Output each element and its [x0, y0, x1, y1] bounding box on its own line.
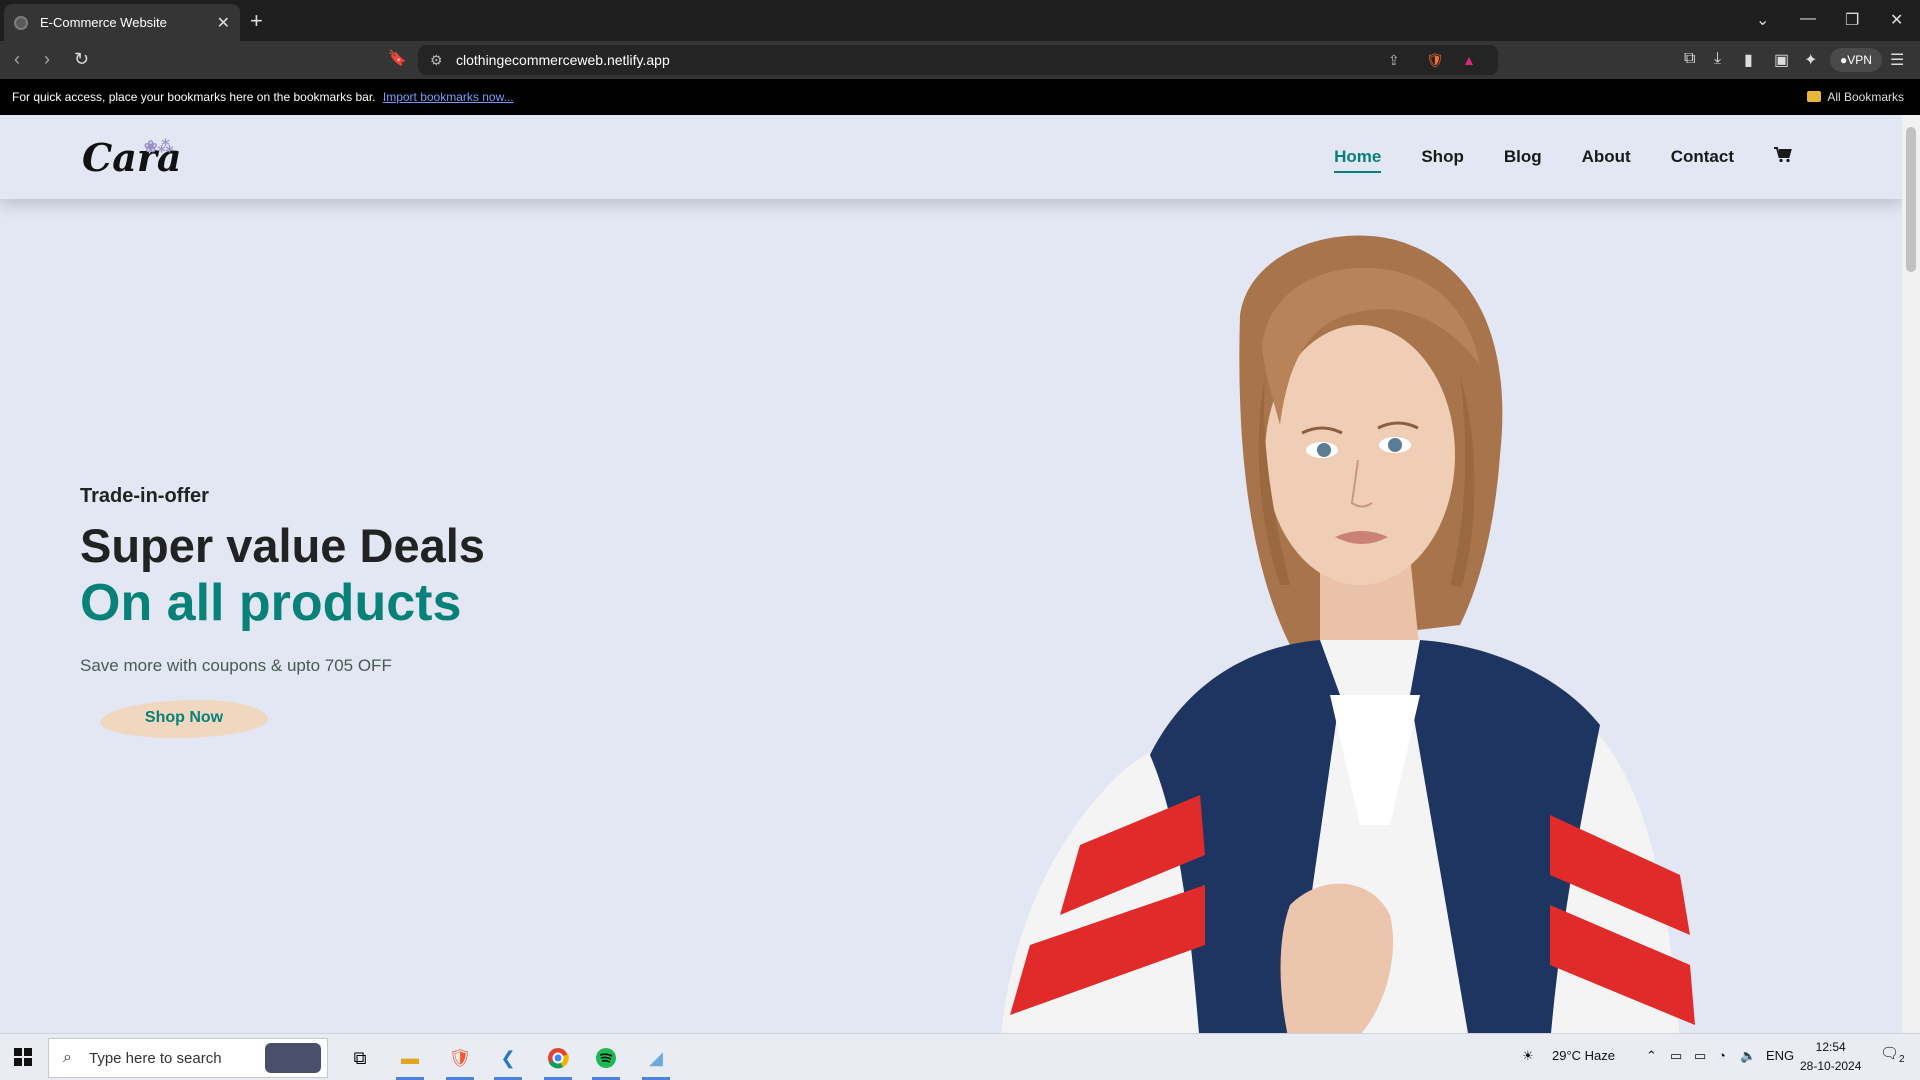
- site-logo[interactable]: Cara ❀⁂: [82, 135, 182, 180]
- browser-tabstrip: E-Commerce Website ✕ + ⌄ — ❐ ✕: [0, 0, 1920, 41]
- nav-home[interactable]: Home: [1334, 147, 1382, 173]
- language-indicator[interactable]: ENG: [1766, 1048, 1794, 1063]
- site-info-icon[interactable]: ⚙: [430, 52, 443, 69]
- nav-shop[interactable]: Shop: [1421, 147, 1464, 167]
- nav-blog[interactable]: Blog: [1504, 147, 1542, 167]
- forward-button[interactable]: ›: [44, 49, 50, 70]
- bookmark-icon[interactable]: 🔖: [388, 49, 407, 67]
- browser-toolbar: ‹ › ↻ 🔖 ⚙ clothingecommerceweb.netlify.a…: [0, 41, 1920, 79]
- web-page: Cara ❀⁂ Home Shop Blog About Contact Tra…: [0, 115, 1902, 1033]
- share-icon[interactable]: ⇪: [1388, 52, 1400, 69]
- scrollbar-thumb[interactable]: [1906, 127, 1916, 272]
- tab-search-icon[interactable]: ⌄: [1756, 10, 1769, 30]
- windows-start-icon[interactable]: [14, 1048, 32, 1071]
- vscode-icon[interactable]: ❮: [490, 1042, 526, 1080]
- leo-ai-icon[interactable]: ✦: [1804, 50, 1817, 70]
- hero-subtext: Save more with coupons & upto 705 OFF: [80, 656, 392, 676]
- wallet-icon[interactable]: ▣: [1774, 50, 1789, 70]
- spotify-icon[interactable]: [588, 1042, 624, 1080]
- brave-rewards-icon[interactable]: ▲: [1462, 52, 1476, 68]
- task-view-icon[interactable]: ⧉: [342, 1042, 378, 1074]
- notification-count: 2: [1899, 1054, 1905, 1065]
- restore-button[interactable]: ❐: [1845, 10, 1859, 30]
- import-bookmarks-link[interactable]: Import bookmarks now...: [383, 90, 514, 104]
- brave-shield-icon[interactable]: 🛡: [1426, 52, 1444, 69]
- tab-title: E-Commerce Website: [40, 15, 167, 30]
- weather-text[interactable]: 29°C Haze: [1552, 1048, 1615, 1063]
- bookmarks-message: For quick access, place your bookmarks h…: [12, 90, 376, 104]
- taskbar-search-box[interactable]: ⌕ Type here to search: [48, 1038, 328, 1078]
- clock-time: 12:54: [1815, 1040, 1846, 1054]
- hero-model-image: [1001, 235, 1695, 1033]
- notepad-icon[interactable]: ◢: [638, 1042, 674, 1080]
- windows-taskbar: ⌕ Type here to search ⧉ ▬ 🛡 ❮ ◢ ☀ 29°C H…: [0, 1033, 1920, 1080]
- main-nav: Home Shop Blog About Contact: [1334, 115, 1792, 199]
- all-bookmarks-label: All Bookmarks: [1827, 90, 1904, 104]
- hero-kicker: Trade-in-offer: [80, 485, 209, 507]
- folder-icon: [1807, 91, 1822, 102]
- tray-chevron-icon[interactable]: ⌃: [1646, 1048, 1657, 1064]
- browser-tab[interactable]: E-Commerce Website ✕: [4, 4, 240, 41]
- sidebar-icon[interactable]: ▮: [1744, 50, 1753, 70]
- vpn-label: VPN: [1847, 53, 1872, 67]
- extensions-icon[interactable]: ⧉: [1684, 50, 1695, 68]
- bookmarks-message-row: For quick access, place your bookmarks h…: [12, 90, 514, 104]
- vpn-button[interactable]: ● VPN: [1830, 48, 1882, 72]
- meet-now-icon[interactable]: ▭: [1670, 1048, 1682, 1064]
- hero-highlight: On all products: [80, 574, 462, 633]
- brave-browser-icon[interactable]: 🛡: [442, 1042, 478, 1080]
- site-header: Cara ❀⁂ Home Shop Blog About Contact: [0, 115, 1902, 199]
- address-bar[interactable]: ⚙ clothingecommerceweb.netlify.app ⇪ 🛡 ▲: [418, 45, 1498, 75]
- hero-section: Trade-in-offer Super value Deals On all …: [80, 485, 485, 740]
- minimize-button[interactable]: —: [1800, 10, 1816, 28]
- shop-now-button[interactable]: Shop Now: [84, 696, 284, 740]
- file-explorer-icon[interactable]: ▬: [392, 1042, 428, 1080]
- network-icon[interactable]: ◔: [1718, 1048, 1726, 1063]
- back-button[interactable]: ‹: [14, 49, 20, 70]
- search-highlight-icon: [265, 1043, 321, 1073]
- close-window-button[interactable]: ✕: [1890, 10, 1903, 30]
- battery-icon[interactable]: ▭: [1694, 1048, 1706, 1064]
- nav-contact[interactable]: Contact: [1671, 147, 1734, 167]
- weather-icon[interactable]: ☀: [1522, 1048, 1534, 1064]
- chrome-icon[interactable]: [540, 1042, 576, 1080]
- clock-date: 28-10-2024: [1800, 1059, 1862, 1073]
- downloads-icon[interactable]: ⤓: [1714, 50, 1721, 68]
- page-scrollbar[interactable]: [1902, 115, 1920, 1033]
- lavender-sprig-icon: ❀⁂: [144, 137, 174, 156]
- reload-button[interactable]: ↻: [74, 49, 89, 70]
- hero-headline: Super value Deals: [80, 519, 485, 572]
- shop-now-label: Shop Now: [144, 709, 224, 727]
- menu-icon[interactable]: ☰: [1890, 50, 1904, 70]
- nav-about[interactable]: About: [1582, 147, 1631, 167]
- tab-favicon-icon: [14, 15, 28, 30]
- bookmarks-bar: For quick access, place your bookmarks h…: [0, 79, 1920, 115]
- volume-icon[interactable]: 🔈: [1740, 1048, 1756, 1064]
- close-tab-icon[interactable]: ✕: [217, 13, 230, 33]
- notifications-icon[interactable]: 🗨2: [1880, 1044, 1905, 1065]
- cart-icon[interactable]: [1774, 146, 1792, 168]
- search-placeholder: Type here to search: [89, 1049, 222, 1067]
- search-icon: ⌕: [63, 1049, 72, 1066]
- new-tab-button[interactable]: +: [250, 8, 263, 34]
- url-text: clothingecommerceweb.netlify.app: [456, 52, 670, 68]
- all-bookmarks-button[interactable]: All Bookmarks: [1807, 90, 1904, 104]
- taskbar-clock[interactable]: 12:54 28-10-2024: [1800, 1038, 1861, 1076]
